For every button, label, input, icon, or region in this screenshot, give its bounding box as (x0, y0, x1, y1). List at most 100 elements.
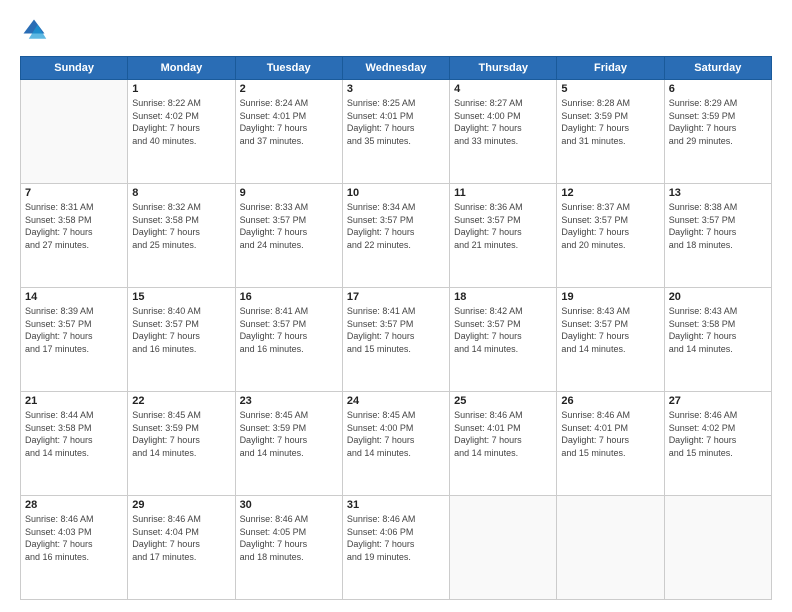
day-cell: 28Sunrise: 8:46 AM Sunset: 4:03 PM Dayli… (21, 496, 128, 600)
day-cell: 4 Sunrise: 8:27 AM Sunset: 4:00 PM Daylig… (450, 80, 557, 184)
day-cell: 19 Sunrise: 8:43 AM Sunset: 3:57 PM Dayli… (557, 288, 664, 392)
day-cell: 20Sunrise: 8:43 AM Sunset: 3:58 PM Dayli… (664, 288, 771, 392)
day-number: 6 (669, 83, 767, 95)
day-info: Sunrise: 8:42 AM Sunset: 3:57 PM Dayligh… (454, 305, 552, 355)
page: SundayMondayTuesdayWednesdayThursdayFrid… (0, 0, 792, 612)
day-info: Sunrise: 8:46 AM Sunset: 4:05 PM Dayligh… (240, 513, 338, 563)
weekday-header-row: SundayMondayTuesdayWednesdayThursdayFrid… (21, 57, 772, 80)
day-number: 5 (561, 83, 659, 95)
day-number: 27 (669, 395, 767, 407)
day-info: Sunrise: 8:36 AM Sunset: 3:57 PM Dayligh… (454, 201, 552, 251)
week-row-1: 1 Sunrise: 8:22 AM Sunset: 4:02 PM Daylig… (21, 80, 772, 184)
week-row-5: 28Sunrise: 8:46 AM Sunset: 4:03 PM Dayli… (21, 496, 772, 600)
day-cell: 12 Sunrise: 8:37 AM Sunset: 3:57 PM Dayli… (557, 184, 664, 288)
day-cell: 16 Sunrise: 8:41 AM Sunset: 3:57 PM Dayli… (235, 288, 342, 392)
day-cell: 24 Sunrise: 8:45 AM Sunset: 4:00 PM Dayli… (342, 392, 449, 496)
day-cell: 15Sunrise: 8:40 AM Sunset: 3:57 PM Dayli… (128, 288, 235, 392)
day-number: 3 (347, 83, 445, 95)
day-info: Sunrise: 8:24 AM Sunset: 4:01 PM Dayligh… (240, 97, 338, 147)
day-info: Sunrise: 8:44 AM Sunset: 3:58 PM Dayligh… (25, 409, 123, 459)
day-cell: 5 Sunrise: 8:28 AM Sunset: 3:59 PM Daylig… (557, 80, 664, 184)
day-number: 13 (669, 187, 767, 199)
weekday-header-wednesday: Wednesday (342, 57, 449, 80)
day-info: Sunrise: 8:46 AM Sunset: 4:01 PM Dayligh… (454, 409, 552, 459)
day-cell: 2 Sunrise: 8:24 AM Sunset: 4:01 PM Daylig… (235, 80, 342, 184)
day-number: 26 (561, 395, 659, 407)
day-info: Sunrise: 8:34 AM Sunset: 3:57 PM Dayligh… (347, 201, 445, 251)
day-cell: 7 Sunrise: 8:31 AM Sunset: 3:58 PM Daylig… (21, 184, 128, 288)
day-number: 12 (561, 187, 659, 199)
day-info: Sunrise: 8:28 AM Sunset: 3:59 PM Dayligh… (561, 97, 659, 147)
day-number: 30 (240, 499, 338, 511)
day-number: 18 (454, 291, 552, 303)
day-cell: 17 Sunrise: 8:41 AM Sunset: 3:57 PM Dayli… (342, 288, 449, 392)
day-cell: 8 Sunrise: 8:32 AM Sunset: 3:58 PM Daylig… (128, 184, 235, 288)
day-cell: 11Sunrise: 8:36 AM Sunset: 3:57 PM Dayli… (450, 184, 557, 288)
day-number: 20 (669, 291, 767, 303)
week-row-3: 14Sunrise: 8:39 AM Sunset: 3:57 PM Dayli… (21, 288, 772, 392)
day-info: Sunrise: 8:46 AM Sunset: 4:04 PM Dayligh… (132, 513, 230, 563)
weekday-header-saturday: Saturday (664, 57, 771, 80)
calendar-table: SundayMondayTuesdayWednesdayThursdayFrid… (20, 56, 772, 600)
day-cell: 27Sunrise: 8:46 AM Sunset: 4:02 PM Dayli… (664, 392, 771, 496)
week-row-4: 21 Sunrise: 8:44 AM Sunset: 3:58 PM Dayli… (21, 392, 772, 496)
day-cell: 10 Sunrise: 8:34 AM Sunset: 3:57 PM Dayli… (342, 184, 449, 288)
day-number: 17 (347, 291, 445, 303)
day-cell: 30 Sunrise: 8:46 AM Sunset: 4:05 PM Dayli… (235, 496, 342, 600)
day-info: Sunrise: 8:45 AM Sunset: 4:00 PM Dayligh… (347, 409, 445, 459)
day-info: Sunrise: 8:46 AM Sunset: 4:06 PM Dayligh… (347, 513, 445, 563)
day-info: Sunrise: 8:45 AM Sunset: 3:59 PM Dayligh… (132, 409, 230, 459)
day-cell: 14Sunrise: 8:39 AM Sunset: 3:57 PM Dayli… (21, 288, 128, 392)
day-cell: 3 Sunrise: 8:25 AM Sunset: 4:01 PM Daylig… (342, 80, 449, 184)
day-number: 23 (240, 395, 338, 407)
day-info: Sunrise: 8:27 AM Sunset: 4:00 PM Dayligh… (454, 97, 552, 147)
day-cell: 21 Sunrise: 8:44 AM Sunset: 3:58 PM Dayli… (21, 392, 128, 496)
day-info: Sunrise: 8:37 AM Sunset: 3:57 PM Dayligh… (561, 201, 659, 251)
day-number: 31 (347, 499, 445, 511)
day-cell (450, 496, 557, 600)
logo (20, 16, 52, 44)
day-cell (21, 80, 128, 184)
day-number: 14 (25, 291, 123, 303)
day-info: Sunrise: 8:40 AM Sunset: 3:57 PM Dayligh… (132, 305, 230, 355)
day-cell: 9Sunrise: 8:33 AM Sunset: 3:57 PM Daylig… (235, 184, 342, 288)
day-cell: 25Sunrise: 8:46 AM Sunset: 4:01 PM Dayli… (450, 392, 557, 496)
day-info: Sunrise: 8:31 AM Sunset: 3:58 PM Dayligh… (25, 201, 123, 251)
day-info: Sunrise: 8:43 AM Sunset: 3:57 PM Dayligh… (561, 305, 659, 355)
day-info: Sunrise: 8:33 AM Sunset: 3:57 PM Dayligh… (240, 201, 338, 251)
day-info: Sunrise: 8:46 AM Sunset: 4:03 PM Dayligh… (25, 513, 123, 563)
day-number: 7 (25, 187, 123, 199)
day-info: Sunrise: 8:22 AM Sunset: 4:02 PM Dayligh… (132, 97, 230, 147)
day-cell: 29Sunrise: 8:46 AM Sunset: 4:04 PM Dayli… (128, 496, 235, 600)
day-cell (664, 496, 771, 600)
day-number: 21 (25, 395, 123, 407)
logo-icon (20, 16, 48, 44)
day-number: 24 (347, 395, 445, 407)
day-info: Sunrise: 8:41 AM Sunset: 3:57 PM Dayligh… (240, 305, 338, 355)
day-number: 1 (132, 83, 230, 95)
day-cell: 6 Sunrise: 8:29 AM Sunset: 3:59 PM Daylig… (664, 80, 771, 184)
header (20, 16, 772, 44)
day-number: 19 (561, 291, 659, 303)
day-info: Sunrise: 8:38 AM Sunset: 3:57 PM Dayligh… (669, 201, 767, 251)
day-cell: 23Sunrise: 8:45 AM Sunset: 3:59 PM Dayli… (235, 392, 342, 496)
day-cell: 31 Sunrise: 8:46 AM Sunset: 4:06 PM Dayli… (342, 496, 449, 600)
day-number: 4 (454, 83, 552, 95)
day-number: 16 (240, 291, 338, 303)
day-cell: 13 Sunrise: 8:38 AM Sunset: 3:57 PM Dayli… (664, 184, 771, 288)
day-cell (557, 496, 664, 600)
day-info: Sunrise: 8:25 AM Sunset: 4:01 PM Dayligh… (347, 97, 445, 147)
weekday-header-thursday: Thursday (450, 57, 557, 80)
week-row-2: 7 Sunrise: 8:31 AM Sunset: 3:58 PM Daylig… (21, 184, 772, 288)
day-info: Sunrise: 8:32 AM Sunset: 3:58 PM Dayligh… (132, 201, 230, 251)
day-cell: 18 Sunrise: 8:42 AM Sunset: 3:57 PM Dayli… (450, 288, 557, 392)
day-number: 8 (132, 187, 230, 199)
weekday-header-monday: Monday (128, 57, 235, 80)
day-number: 2 (240, 83, 338, 95)
day-info: Sunrise: 8:41 AM Sunset: 3:57 PM Dayligh… (347, 305, 445, 355)
day-number: 10 (347, 187, 445, 199)
day-number: 22 (132, 395, 230, 407)
day-cell: 1 Sunrise: 8:22 AM Sunset: 4:02 PM Daylig… (128, 80, 235, 184)
weekday-header-friday: Friday (557, 57, 664, 80)
day-info: Sunrise: 8:29 AM Sunset: 3:59 PM Dayligh… (669, 97, 767, 147)
